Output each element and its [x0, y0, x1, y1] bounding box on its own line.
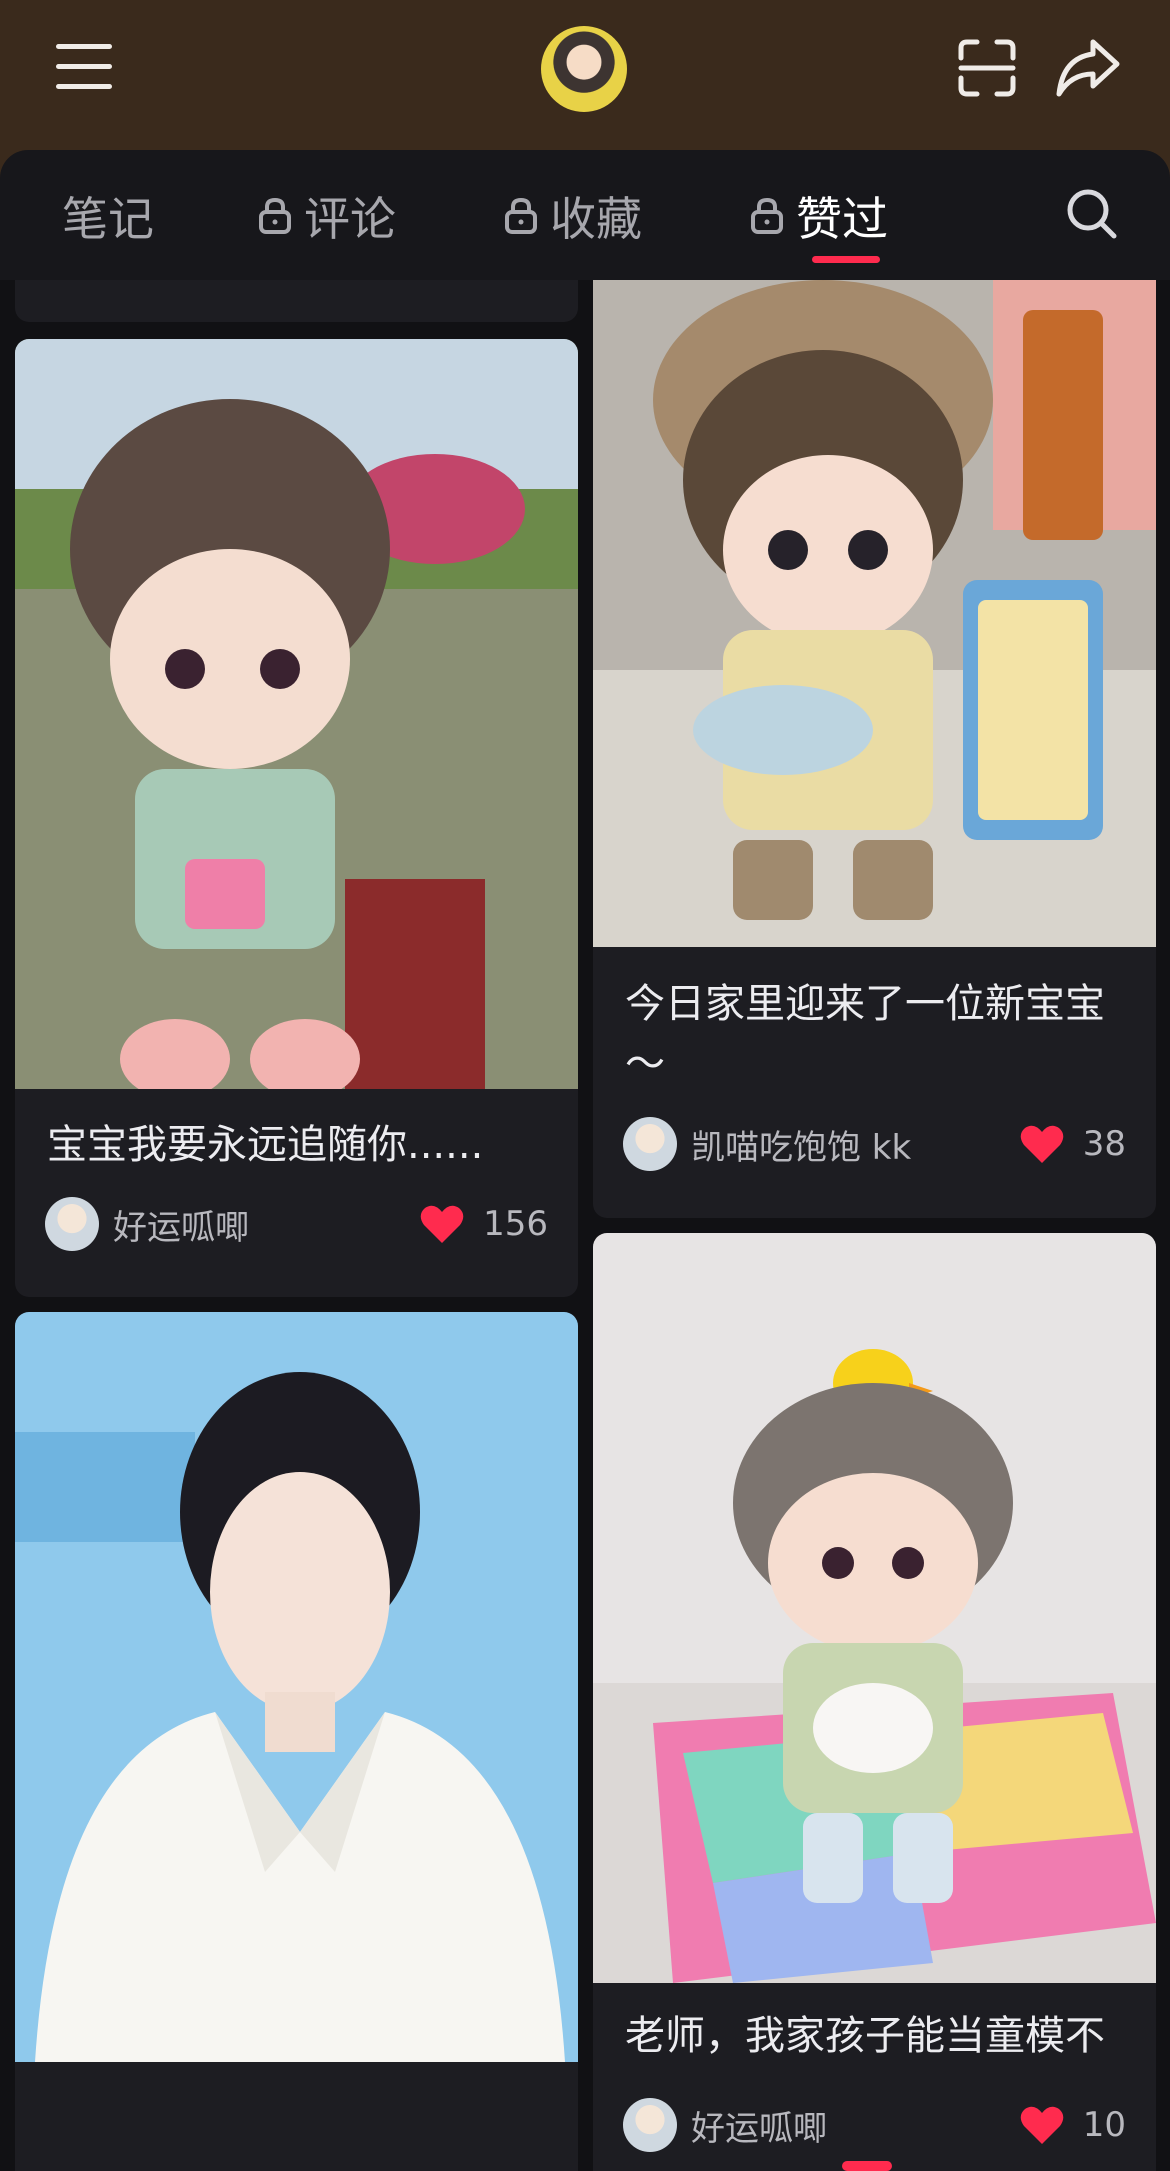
card-image: [15, 1312, 578, 2062]
share-icon[interactable]: [1055, 36, 1121, 98]
lock-icon: [259, 197, 291, 234]
tab-bar: 笔记 评论 收藏 赞过: [0, 150, 1170, 280]
profile-avatar[interactable]: [541, 26, 627, 112]
active-tab-indicator: [812, 256, 880, 263]
card-title: 老师，我家孩子能当童模不: [625, 2013, 1105, 2059]
card-likes[interactable]: 38: [1019, 1116, 1126, 1172]
lock-icon: [751, 197, 783, 234]
heart-icon: [420, 1205, 464, 1243]
author-name: 好运呱唧: [691, 2108, 827, 2149]
menu-icon[interactable]: [56, 42, 112, 92]
lock-icon: [505, 197, 537, 234]
feed-card[interactable]: 今日家里迎来了一位新宝宝～ 凯喵吃饱饱 kk 38: [593, 280, 1156, 1218]
card-likes[interactable]: 10: [1019, 2097, 1126, 2153]
card-likes[interactable]: 156: [419, 1196, 548, 1252]
tab-comments[interactable]: 评论: [258, 186, 396, 246]
feed-card[interactable]: 宝宝我要永远追随你...... 好运呱唧 156: [15, 339, 578, 1297]
card-title: 宝宝我要永远追随你......: [47, 1122, 484, 1168]
card-author[interactable]: 好运呱唧: [45, 1196, 249, 1252]
card-author[interactable]: 好运呱唧: [623, 2097, 827, 2153]
author-avatar: [45, 1197, 99, 1251]
tab-liked[interactable]: 赞过: [750, 186, 888, 246]
author-avatar: [623, 2098, 677, 2152]
author-name: 好运呱唧: [113, 1207, 249, 1248]
feed-card[interactable]: 老师，我家孩子能当童模不 好运呱唧 10: [593, 1233, 1156, 2171]
tab-notes[interactable]: 笔记: [62, 186, 154, 246]
tab-label: 笔记: [62, 192, 154, 246]
card-author[interactable]: 凯喵吃饱饱 kk: [623, 1116, 911, 1172]
tab-label: 收藏: [550, 192, 642, 246]
feed-card-partial[interactable]: [15, 280, 578, 322]
author-avatar: [623, 1117, 677, 1171]
card-title: 今日家里迎来了一位新宝宝～: [625, 981, 1105, 1087]
tab-label: 赞过: [796, 192, 888, 246]
scroll-indicator: [842, 2161, 892, 2171]
feed-card[interactable]: [15, 1312, 578, 2171]
card-image: [593, 280, 1156, 947]
heart-icon: [1020, 1125, 1064, 1163]
scan-icon[interactable]: [957, 38, 1017, 98]
card-image: [15, 339, 578, 1089]
like-count: 156: [483, 1204, 548, 1244]
search-icon[interactable]: [1066, 188, 1118, 240]
heart-icon: [1020, 2106, 1064, 2144]
tab-label: 评论: [304, 192, 396, 246]
liked-feed: 宝宝我要永远追随你...... 好运呱唧 156 今日家里迎来了一位新宝宝～ 凯…: [0, 280, 1170, 2171]
card-image: [593, 1233, 1156, 1983]
tab-favorites[interactable]: 收藏: [504, 186, 642, 246]
like-count: 38: [1082, 1124, 1126, 1164]
like-count: 10: [1082, 2105, 1126, 2145]
author-name: 凯喵吃饱饱 kk: [691, 1127, 912, 1168]
